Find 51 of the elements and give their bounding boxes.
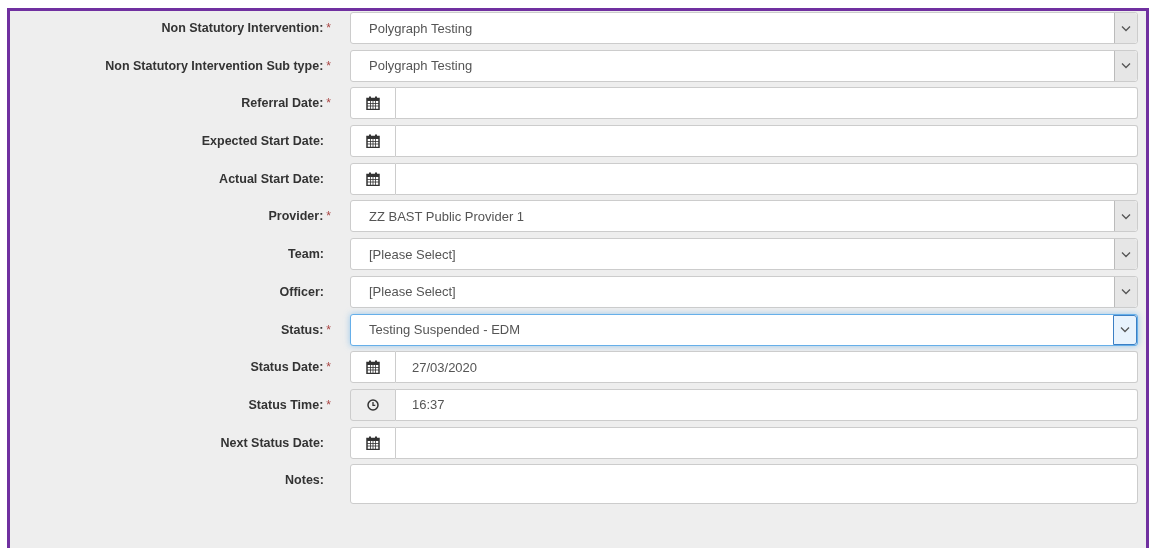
field-label: Non Statutory Intervention Sub type: <box>105 58 324 73</box>
dropdown-field[interactable]: Testing Suspended - EDM <box>350 313 1138 346</box>
chevron-down-icon <box>1121 212 1131 220</box>
required-mark: * <box>326 96 331 111</box>
chevron-down-icon <box>1121 62 1131 70</box>
calendar-icon <box>366 360 380 375</box>
dropdown-field[interactable]: ZZ BAST Public Provider 1 <box>350 200 1138 233</box>
dropdown-field[interactable]: [Please Select] <box>350 238 1138 271</box>
time-field[interactable]: 16:37 <box>396 388 1138 421</box>
field-label: Referral Date: <box>241 96 324 111</box>
date-picker-button[interactable] <box>350 426 396 459</box>
required-mark: * <box>326 322 331 337</box>
date-picker-button[interactable] <box>350 351 396 384</box>
chevron-down-icon <box>1121 24 1131 32</box>
field-label: Non Statutory Intervention: <box>161 21 324 35</box>
required-mark: * <box>326 360 331 375</box>
date-field[interactable]: 27/03/2020 <box>396 351 1138 384</box>
required-mark: * <box>326 209 331 224</box>
field-label: Status Date: <box>250 360 324 375</box>
calendar-icon <box>366 435 380 450</box>
field-label: Notes: <box>285 473 324 488</box>
field-label: Status: <box>280 322 324 337</box>
chevron-down-icon <box>1121 288 1131 296</box>
date-field[interactable] <box>396 162 1138 195</box>
date-picker-button[interactable] <box>350 87 396 120</box>
date-field[interactable] <box>396 125 1138 158</box>
date-picker-button[interactable] <box>350 125 396 158</box>
dropdown-field[interactable]: [Please Select] <box>350 275 1138 308</box>
field-label: Team: <box>288 247 324 262</box>
required-mark: * <box>326 58 331 73</box>
required-mark: * <box>326 21 331 35</box>
clock-icon <box>367 398 379 411</box>
dropdown-field[interactable]: Polygraph Testing <box>350 12 1138 44</box>
field-label: Provider: <box>268 209 324 224</box>
field-label: Status Time: <box>248 397 324 412</box>
time-picker-button[interactable] <box>350 388 396 421</box>
required-mark: * <box>326 397 331 412</box>
field-label: Expected Start Date: <box>201 134 324 149</box>
field-label: Next Status Date: <box>220 435 324 450</box>
calendar-icon <box>366 96 380 111</box>
chevron-down-icon <box>1121 250 1131 258</box>
calendar-icon <box>366 171 380 186</box>
dropdown-field[interactable]: Polygraph Testing <box>350 49 1138 82</box>
notes-field[interactable] <box>350 464 1138 505</box>
chevron-down-icon <box>1120 326 1130 333</box>
date-picker-button[interactable] <box>350 162 396 195</box>
date-field[interactable] <box>396 426 1138 459</box>
calendar-icon <box>366 134 380 149</box>
field-label: Actual Start Date: <box>219 171 324 186</box>
date-field[interactable] <box>396 87 1138 120</box>
field-label: Officer: <box>279 284 324 299</box>
